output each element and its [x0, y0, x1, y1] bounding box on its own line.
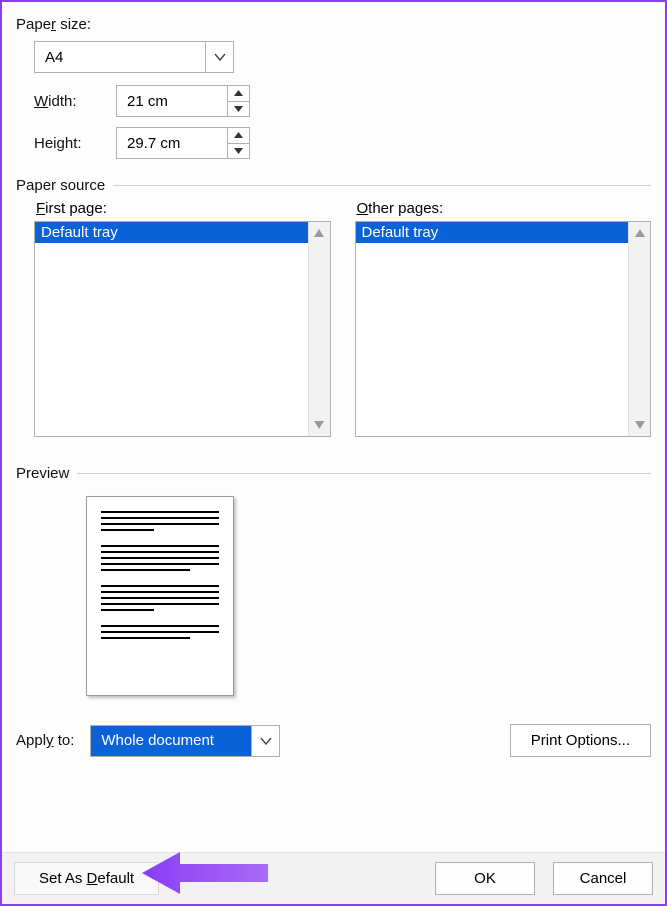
paper-size-label: Paper size: [16, 16, 91, 33]
triangle-up-icon[interactable] [228, 128, 249, 144]
page-preview [86, 496, 234, 696]
list-item[interactable]: Default tray [356, 222, 629, 243]
width-spinbox[interactable]: 21 cm [116, 85, 250, 117]
preview-section-label: Preview [16, 465, 69, 482]
dialog-footer: Set As Default OK Cancel [2, 852, 665, 904]
chevron-down-icon[interactable] [251, 726, 279, 756]
height-spinbox[interactable]: 29.7 cm [116, 127, 250, 159]
width-label: Width: [34, 93, 96, 110]
paper-size-dropdown[interactable]: A4 [34, 41, 234, 73]
set-as-default-button[interactable]: Set As Default [14, 862, 159, 895]
width-value: 21 cm [117, 86, 227, 116]
paper-size-value: A4 [35, 42, 205, 72]
apply-to-value: Whole document [91, 726, 251, 756]
triangle-down-icon[interactable] [228, 144, 249, 159]
apply-to-label: Apply to: [16, 732, 74, 749]
scrollbar[interactable] [628, 222, 650, 436]
scrollbar[interactable] [308, 222, 330, 436]
chevron-down-icon[interactable] [205, 42, 233, 72]
divider [77, 473, 651, 474]
triangle-down-icon[interactable] [313, 420, 325, 430]
cancel-button[interactable]: Cancel [553, 862, 653, 895]
triangle-up-icon[interactable] [313, 228, 325, 238]
list-item[interactable]: Default tray [35, 222, 308, 243]
other-pages-label: Other pages: [357, 200, 652, 217]
divider [113, 185, 651, 186]
triangle-up-icon[interactable] [228, 86, 249, 102]
page-setup-dialog: Paper size: A4 Width: 21 cm [0, 0, 667, 906]
triangle-down-icon[interactable] [634, 420, 646, 430]
first-page-label: First page: [36, 200, 331, 217]
other-pages-listbox[interactable]: Default tray [355, 221, 652, 437]
print-options-button[interactable]: Print Options... [510, 724, 651, 757]
height-label: Height: [34, 135, 96, 152]
paper-source-section-label: Paper source [16, 177, 105, 194]
first-page-listbox[interactable]: Default tray [34, 221, 331, 437]
triangle-up-icon[interactable] [634, 228, 646, 238]
apply-to-dropdown[interactable]: Whole document [90, 725, 280, 757]
triangle-down-icon[interactable] [228, 102, 249, 117]
height-value: 29.7 cm [117, 128, 227, 158]
ok-button[interactable]: OK [435, 862, 535, 895]
